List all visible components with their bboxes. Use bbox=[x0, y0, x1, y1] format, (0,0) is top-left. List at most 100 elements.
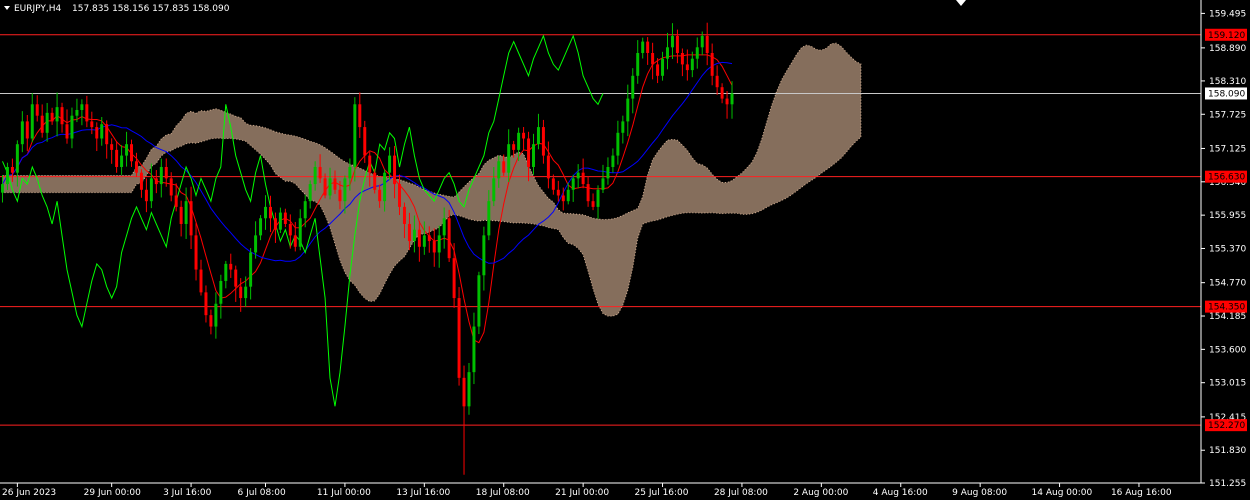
candle-body bbox=[666, 47, 669, 59]
candle-body bbox=[10, 166, 14, 173]
candle-body bbox=[437, 235, 441, 253]
candle-body bbox=[417, 229, 421, 247]
candle-body bbox=[55, 107, 59, 122]
candle-body bbox=[675, 35, 679, 54]
candle-body bbox=[636, 53, 640, 76]
candle-body bbox=[561, 195, 565, 202]
candle-body bbox=[134, 161, 138, 173]
candle-body bbox=[472, 326, 476, 373]
y-tick-label: 159.495 bbox=[1209, 9, 1246, 19]
candle-body bbox=[690, 58, 694, 71]
candle-body bbox=[15, 144, 19, 173]
candle-body bbox=[224, 263, 228, 281]
candle-body bbox=[209, 315, 213, 327]
candle-body bbox=[50, 112, 54, 122]
candle-body bbox=[720, 87, 724, 99]
y-tick-label: 158.310 bbox=[1209, 77, 1246, 87]
y-tick-label: 153.600 bbox=[1209, 345, 1246, 355]
candle-body bbox=[581, 172, 585, 185]
candle-body bbox=[353, 104, 357, 167]
candle-body bbox=[259, 218, 263, 236]
candle-body bbox=[502, 161, 506, 173]
candle-body bbox=[343, 178, 347, 202]
candle-body bbox=[318, 166, 322, 179]
x-tick-label: 13 Jul 16:00 bbox=[396, 488, 450, 498]
y-tick-label: 151.255 bbox=[1209, 479, 1246, 489]
candle-body bbox=[695, 47, 699, 59]
x-tick-label: 6 Jul 08:00 bbox=[238, 488, 287, 498]
x-tick-label: 28 Jul 08:00 bbox=[714, 488, 768, 498]
candle-body bbox=[591, 201, 595, 207]
candle-body bbox=[303, 201, 307, 219]
candle-body bbox=[199, 269, 203, 293]
candle-body bbox=[378, 189, 382, 202]
candle-body bbox=[313, 166, 317, 185]
candle-body bbox=[715, 75, 719, 88]
price-tag-label: 156.630 bbox=[1208, 173, 1245, 183]
candle-body bbox=[45, 112, 49, 133]
candle-body bbox=[606, 166, 610, 179]
candle-body bbox=[149, 178, 153, 202]
candle-body bbox=[407, 223, 411, 242]
candle-body bbox=[497, 161, 501, 179]
candle-body bbox=[30, 104, 34, 139]
candle-body bbox=[333, 178, 337, 190]
candle-body bbox=[278, 212, 282, 230]
candle-body bbox=[65, 124, 69, 139]
candle-body bbox=[159, 166, 163, 185]
symbol-title: EURJPY,H4 bbox=[14, 4, 62, 14]
candle-body bbox=[452, 258, 456, 299]
candle-body bbox=[705, 35, 709, 54]
candle-body bbox=[621, 121, 625, 133]
candle-body bbox=[730, 93, 734, 105]
candle-body bbox=[641, 41, 645, 54]
candle-body bbox=[507, 144, 511, 173]
candle-body bbox=[532, 144, 535, 167]
candle-body bbox=[601, 178, 605, 190]
candle-body bbox=[536, 127, 540, 145]
candle-body bbox=[120, 155, 124, 167]
candle-body bbox=[85, 104, 89, 122]
candle-body bbox=[482, 235, 486, 276]
candle-body bbox=[457, 298, 461, 378]
candle-body bbox=[670, 35, 674, 48]
candle-body bbox=[442, 218, 446, 236]
candle-body bbox=[616, 132, 620, 156]
y-tick-label: 155.955 bbox=[1209, 211, 1246, 221]
x-tick-label: 18 Jul 08:00 bbox=[476, 488, 530, 498]
candle-body bbox=[725, 98, 729, 105]
candle-body bbox=[90, 121, 94, 128]
candle-body bbox=[492, 178, 496, 202]
candle-body bbox=[626, 98, 630, 122]
candle-body bbox=[447, 218, 451, 259]
candle-body bbox=[115, 149, 119, 167]
candle-body bbox=[20, 121, 24, 145]
candle-body bbox=[244, 286, 248, 299]
candle-body bbox=[219, 280, 223, 304]
candle-body bbox=[268, 206, 272, 219]
candle-body bbox=[239, 286, 243, 299]
candle-body bbox=[234, 269, 238, 287]
candle-body bbox=[174, 195, 178, 207]
candle-body bbox=[273, 218, 277, 230]
candle-body bbox=[95, 127, 99, 139]
candle-body bbox=[541, 127, 545, 156]
y-tick-label: 155.370 bbox=[1209, 244, 1246, 254]
candle-body bbox=[5, 166, 9, 185]
candle-body bbox=[214, 303, 218, 327]
candle-body bbox=[467, 372, 471, 407]
candle-body bbox=[0, 184, 4, 193]
candle-body bbox=[517, 132, 521, 150]
candle-body bbox=[169, 178, 173, 196]
candle-body bbox=[249, 252, 253, 287]
candle-body bbox=[328, 178, 332, 196]
candle-body bbox=[700, 35, 704, 48]
candle-body bbox=[194, 235, 198, 270]
price-chart[interactable]: 159.495158.890158.310157.725157.125156.5… bbox=[0, 0, 1250, 500]
candle-body bbox=[105, 124, 109, 145]
candle-body bbox=[680, 53, 684, 65]
x-tick-label: 2 Aug 00:00 bbox=[793, 488, 848, 498]
y-tick-label: 158.890 bbox=[1209, 44, 1246, 54]
candle-body bbox=[110, 144, 114, 150]
candle-body bbox=[368, 155, 372, 173]
